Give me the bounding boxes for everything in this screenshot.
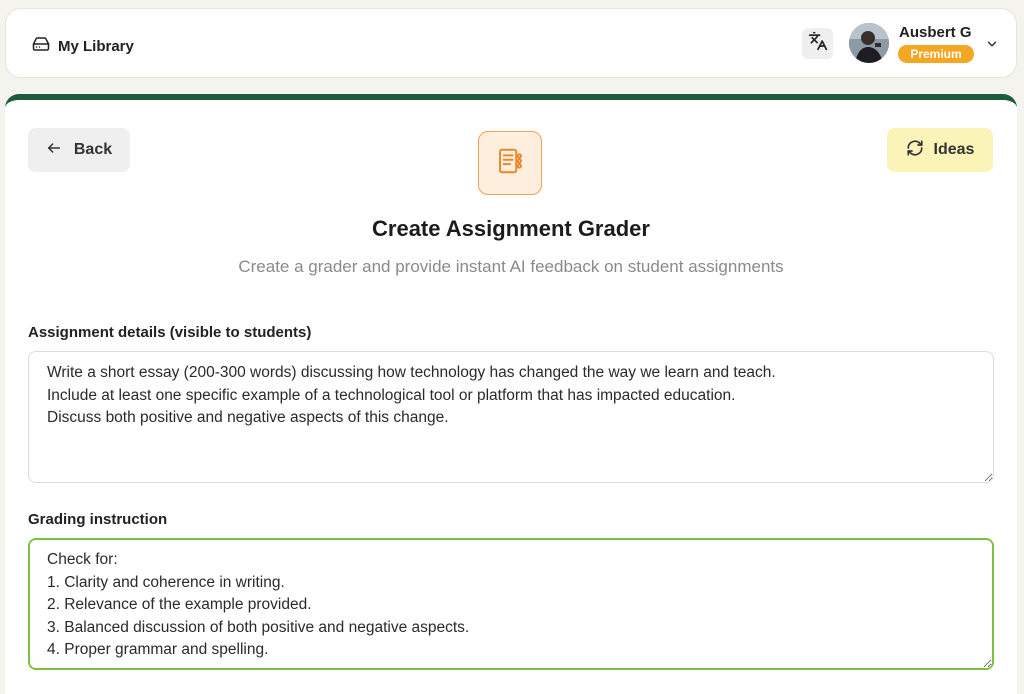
back-label: Back: [73, 141, 113, 158]
page-subtitle: Create a grader and provide instant AI f…: [238, 257, 784, 276]
avatar[interactable]: [849, 23, 889, 63]
top-bar: My Library Ausbert G Premium: [5, 8, 1017, 78]
page-title: Create Assignment Grader: [372, 216, 650, 241]
hard-drive-icon: [32, 35, 50, 58]
refresh-icon: [906, 139, 924, 162]
back-button[interactable]: Back: [28, 128, 130, 172]
grading-instruction-input[interactable]: [28, 538, 994, 670]
translate-button[interactable]: [802, 28, 833, 59]
grader-form-card: Back Ideas Create Assignment Grader Crea…: [5, 94, 1017, 694]
user-name: Ausbert G: [899, 24, 972, 41]
assignment-details-label: Assignment details (visible to students): [28, 324, 312, 341]
arrow-left-icon: [46, 140, 62, 161]
ideas-button[interactable]: Ideas: [887, 128, 993, 172]
premium-badge: Premium: [898, 45, 974, 63]
my-library-label: My Library: [58, 38, 134, 55]
notebook-checklist-icon: [495, 146, 525, 181]
assignment-details-input[interactable]: [28, 351, 994, 483]
my-library-link[interactable]: My Library: [32, 35, 134, 58]
translate-icon: [808, 31, 828, 56]
ideas-label: Ideas: [933, 141, 975, 158]
grading-instruction-label: Grading instruction: [28, 511, 168, 528]
chevron-down-icon[interactable]: [985, 37, 999, 56]
assignment-grader-tool-icon: [478, 131, 542, 195]
